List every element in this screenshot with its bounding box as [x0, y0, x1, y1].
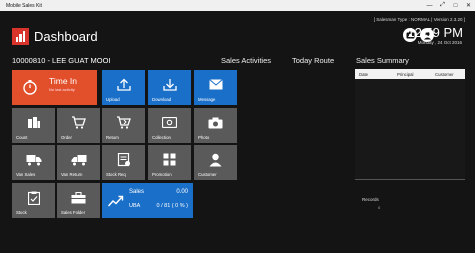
order-tile[interactable]: Order — [57, 108, 100, 143]
briefcase-icon — [71, 191, 87, 204]
fullscreen-button[interactable]: ⤢ — [436, 0, 449, 11]
sales-folder-tile[interactable]: Sales Folder — [57, 183, 100, 218]
time-in-subtitle: No last activity — [49, 87, 75, 92]
close-button[interactable]: ✕ — [462, 0, 475, 11]
time-in-title: Time In — [49, 76, 78, 86]
window-controls: — ⤢ □ ✕ — [423, 0, 475, 11]
section-today-route[interactable]: Today Route — [292, 56, 334, 65]
clock-time: 12:59 PM — [407, 25, 463, 40]
return-label: Return — [106, 135, 119, 140]
truck-icon — [26, 153, 42, 166]
customer-tile[interactable]: Customer — [194, 145, 237, 180]
records-label: Records — [362, 197, 379, 202]
photo-tile[interactable]: Photo — [194, 108, 237, 143]
customer-name: 10000810 - LEE GUAT MOOI — [12, 56, 111, 65]
stopwatch-icon — [22, 79, 38, 95]
shopping-cart-icon — [71, 116, 87, 129]
van-return-label: Van Return — [61, 172, 83, 177]
section-sales-activities[interactable]: Sales Activities — [221, 56, 271, 65]
envelope-icon — [208, 78, 224, 91]
upload-tile[interactable]: Upload — [102, 70, 145, 105]
download-label: Download — [152, 97, 172, 102]
customer-label: Customer — [198, 172, 217, 177]
collection-label: Collection — [152, 135, 171, 140]
download-icon — [162, 78, 178, 91]
column-header-date[interactable]: Date — [355, 72, 393, 77]
van-sales-label: Van Sales — [16, 172, 36, 177]
promotion-label: Promotion — [152, 172, 172, 177]
sales-folder-label: Sales Folder — [61, 210, 86, 215]
stock-tile[interactable]: Stock — [12, 183, 55, 218]
column-header-principal[interactable]: Principal — [393, 72, 431, 77]
order-label: Order — [61, 135, 72, 140]
sales-amount: 0.00 — [176, 189, 188, 195]
upload-label: Upload — [106, 97, 120, 102]
salesman-info: [ Salesman Type : NORMAL | Version 2.3.2… — [373, 17, 465, 22]
van-return-truck-icon — [71, 153, 87, 166]
app-logo-icon — [12, 28, 29, 45]
customer-person-icon — [208, 153, 224, 166]
window-titlebar: Mobile Sales Kit — ⤢ □ ✕ — [0, 0, 475, 11]
section-sales-summary[interactable]: Sales Summary — [356, 56, 409, 65]
column-header-customer[interactable]: Customer — [431, 72, 465, 77]
collection-tile[interactable]: Collection — [148, 108, 191, 143]
uba-label: UBA — [129, 203, 141, 209]
photo-label: Photo — [198, 135, 210, 140]
trend-chart-icon — [107, 194, 124, 212]
count-tile[interactable]: Count — [12, 108, 55, 143]
clock-date: Monday , 24 Oct 2016 — [417, 40, 462, 45]
stock-request-icon — [116, 152, 132, 166]
summary-header-row: Date Principal Customer — [355, 69, 465, 79]
message-label: Message — [198, 97, 216, 102]
van-return-tile[interactable]: Van Return — [57, 145, 100, 180]
return-cart-icon — [116, 116, 132, 129]
download-tile[interactable]: Download — [148, 70, 191, 105]
time-in-tile[interactable]: Time In No last activity — [12, 70, 97, 105]
window-title: Mobile Sales Kit — [6, 2, 42, 9]
sales-tile[interactable]: Sales 0.00 UBA 0 / 81 ( 0 % ) — [102, 183, 193, 218]
clipboard-icon — [26, 191, 42, 205]
records-value: 0 — [378, 205, 381, 210]
promotion-tile[interactable]: Promotion — [148, 145, 191, 180]
summary-body — [355, 79, 465, 180]
photo-camera-icon — [208, 116, 224, 129]
stock-req-tile[interactable]: Stock Req — [102, 145, 145, 180]
sales-summary-table: Date Principal Customer — [355, 69, 465, 180]
minimize-button[interactable]: — — [423, 0, 436, 11]
upload-icon — [116, 78, 132, 91]
stock-label: Stock — [16, 210, 27, 215]
count-label: Count — [16, 135, 28, 140]
stock-req-label: Stock Req — [106, 172, 126, 177]
page-title: Dashboard — [34, 29, 98, 44]
count-icon — [26, 116, 42, 129]
collection-icon — [162, 116, 178, 129]
van-sales-tile[interactable]: Van Sales — [12, 145, 55, 180]
sales-label: Sales — [129, 189, 145, 195]
maximize-button[interactable]: □ — [449, 0, 462, 11]
uba-value: 0 / 81 ( 0 % ) — [156, 203, 189, 209]
return-tile[interactable]: Return — [102, 108, 145, 143]
promotion-grid-icon — [162, 153, 178, 166]
message-tile[interactable]: Message — [194, 70, 237, 105]
